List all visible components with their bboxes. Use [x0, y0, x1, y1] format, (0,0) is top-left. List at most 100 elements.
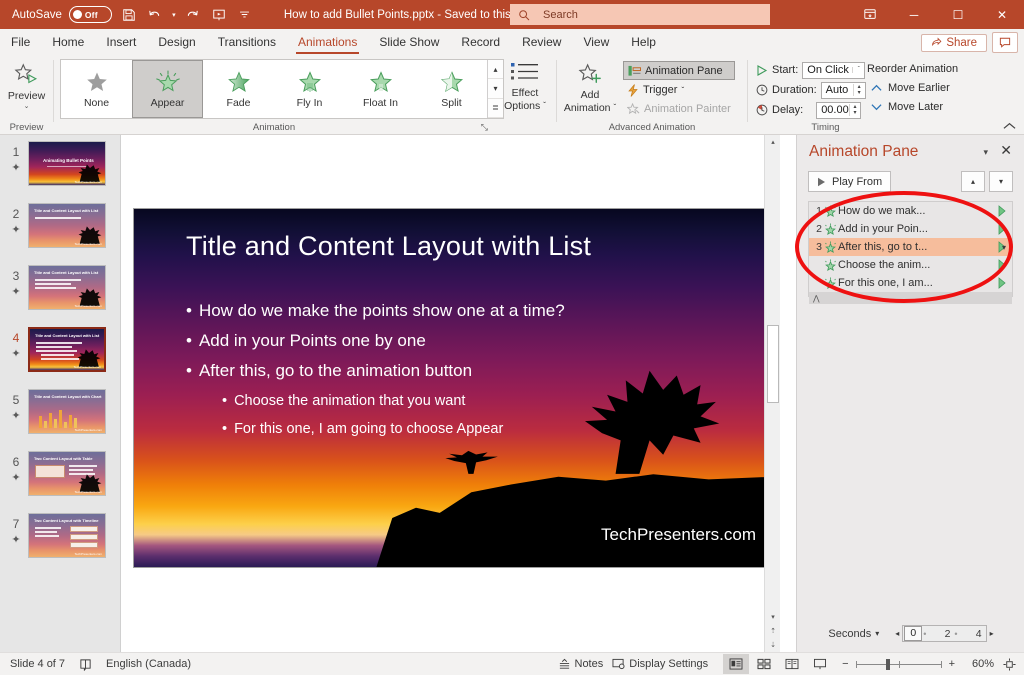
- animation-star-icon[interactable]: ✦: [8, 161, 24, 174]
- scroll-down-button[interactable]: ▾: [765, 610, 781, 624]
- thumbnail-slide-7[interactable]: 7 ✦ Two Content Layout with Timeline Tec…: [0, 513, 120, 569]
- add-animation-button[interactable]: Add Animation ˇ: [557, 59, 623, 114]
- fit-to-window-icon[interactable]: [1003, 657, 1016, 671]
- animation-pane-toggle[interactable]: Animation Pane: [623, 61, 735, 80]
- tab-record[interactable]: Record: [450, 29, 511, 56]
- thumbnail-image[interactable]: Title and Content Layout with List TechP…: [28, 327, 106, 372]
- animation-list-item-selected[interactable]: 3 After this, go to t... ▾: [809, 238, 1012, 256]
- slide-title-textbox[interactable]: Title and Content Layout with List: [186, 231, 591, 262]
- next-slide-button[interactable]: ⇣: [765, 638, 781, 652]
- animation-star-icon[interactable]: ✦: [8, 409, 24, 422]
- scrollbar-thumb[interactable]: [767, 325, 779, 403]
- trigger-caret-icon[interactable]: ˇ: [681, 86, 684, 95]
- effect-timing-bar-icon[interactable]: [998, 223, 1012, 235]
- scroll-up-button[interactable]: ▴: [765, 135, 781, 149]
- move-earlier-button[interactable]: Move Earlier: [863, 78, 950, 97]
- previous-slide-button[interactable]: ⇡: [765, 624, 781, 638]
- slide-editing-surface[interactable]: Title and Content Layout with List • How …: [133, 208, 773, 568]
- normal-view-icon[interactable]: [723, 654, 750, 674]
- delay-spinner[interactable]: ▴ ▾: [848, 104, 860, 116]
- bullet-item[interactable]: • After this, go to the animation button: [186, 362, 726, 379]
- effect-timing-bar-icon[interactable]: [998, 277, 1012, 289]
- animation-fly-in[interactable]: Fly In: [274, 60, 345, 118]
- notes-button[interactable]: Notes: [558, 658, 603, 670]
- close-button[interactable]: ✕: [980, 0, 1024, 29]
- animation-star-icon[interactable]: ✦: [8, 533, 24, 546]
- accessibility-checker-icon[interactable]: [79, 658, 92, 671]
- add-animation-caret-icon[interactable]: ˇ: [614, 103, 617, 112]
- animation-list-item[interactable]: Choose the anim...: [809, 256, 1012, 274]
- zoom-level-label[interactable]: 60%: [964, 658, 994, 670]
- move-later-button[interactable]: Move Later: [863, 97, 943, 116]
- thumbnail-image[interactable]: Title and Content Layout with List TechP…: [28, 203, 106, 248]
- bullet-item[interactable]: • How do we make the points show one at a…: [186, 302, 726, 319]
- tab-view[interactable]: View: [572, 29, 620, 56]
- effect-options-button[interactable]: Effect Options ˇ: [494, 59, 556, 112]
- minimize-button[interactable]: ─: [892, 0, 936, 29]
- slide-thumbnail-panel[interactable]: 1 ✦ Animating Bullet Points TechPresente…: [0, 135, 121, 652]
- start-presentation-icon[interactable]: [206, 2, 232, 28]
- undo-dropdown-icon[interactable]: ▾: [168, 2, 180, 28]
- thumbnail-slide-2[interactable]: 2 ✦ Title and Content Layout with List T…: [0, 203, 120, 259]
- canvas-vertical-scrollbar[interactable]: ▴ ▾ ⇡ ⇣: [764, 135, 780, 652]
- animation-list[interactable]: 1 How do we mak... 2 Add in your Poin...: [808, 201, 1013, 304]
- collapse-ribbon-icon[interactable]: [1003, 122, 1016, 130]
- animation-pane-menu-icon[interactable]: ▾: [983, 147, 988, 158]
- animation-list-item[interactable]: 2 Add in your Poin...: [809, 220, 1012, 238]
- thumbnail-image[interactable]: Two Content Layout with Table TechPresen…: [28, 451, 106, 496]
- animation-star-icon[interactable]: ✦: [8, 471, 24, 484]
- maximize-button[interactable]: ☐: [936, 0, 980, 29]
- tab-slide-show[interactable]: Slide Show: [368, 29, 450, 56]
- animation-split[interactable]: Split: [416, 60, 487, 118]
- autosave-toggle[interactable]: Off: [68, 6, 112, 23]
- customize-quick-access-icon[interactable]: [232, 2, 258, 28]
- animation-list-item[interactable]: 1 How do we mak...: [809, 202, 1012, 220]
- thumbnail-image[interactable]: Title and Content Layout with Chart Tech…: [28, 389, 106, 434]
- animation-none[interactable]: None: [61, 60, 132, 118]
- bullet-item[interactable]: • Choose the animation that you want: [186, 393, 726, 409]
- redo-icon[interactable]: [180, 2, 206, 28]
- ribbon-display-options-icon[interactable]: [848, 0, 892, 29]
- animation-item-dropdown-icon[interactable]: ▾: [1002, 243, 1006, 252]
- tab-animations[interactable]: Animations: [287, 29, 368, 56]
- animation-dialog-launcher[interactable]: ⤡: [481, 121, 488, 134]
- timeline-scroll-right-icon[interactable]: ▸: [990, 629, 994, 638]
- thumbnail-slide-6[interactable]: 6 ✦ Two Content Layout with Table TechPr…: [0, 451, 120, 507]
- tab-file[interactable]: File: [0, 29, 41, 56]
- thumbnail-slide-5[interactable]: 5 ✦ Title and Content Layout with Chart …: [0, 389, 120, 445]
- slide-sorter-icon[interactable]: [751, 654, 777, 674]
- share-button[interactable]: Share: [921, 33, 987, 52]
- animation-star-icon[interactable]: ✦: [8, 223, 24, 236]
- thumbnail-slide-3[interactable]: 3 ✦ Title and Content Layout with List T…: [0, 265, 120, 321]
- zoom-in-button[interactable]: +: [949, 658, 955, 670]
- animation-list-collapse-button[interactable]: ⋀: [809, 292, 1012, 304]
- animation-pane-close-icon[interactable]: ✕: [1000, 142, 1012, 159]
- delay-field[interactable]: 00.00 ▴ ▾: [816, 101, 862, 119]
- tab-home[interactable]: Home: [41, 29, 95, 56]
- animation-list-item[interactable]: For this one, I am...: [809, 274, 1012, 292]
- preview-button[interactable]: Preview ⌄: [0, 59, 53, 110]
- tab-help[interactable]: Help: [620, 29, 667, 56]
- tab-design[interactable]: Design: [147, 29, 206, 56]
- animation-star-icon[interactable]: ✦: [8, 285, 24, 298]
- thumbnail-slide-4[interactable]: 4 ✦ Title and Content Layout with List T…: [0, 327, 120, 383]
- slide-body-textbox[interactable]: • How do we make the points show one at a…: [186, 302, 726, 449]
- start-dropdown[interactable]: On Click ˇ: [802, 61, 866, 79]
- animation-move-down-button[interactable]: ▾: [989, 171, 1013, 192]
- bullet-item[interactable]: • Add in your Points one by one: [186, 332, 726, 349]
- language-indicator[interactable]: English (Canada): [106, 658, 191, 670]
- animation-float-in[interactable]: Float In: [345, 60, 416, 118]
- preview-caret-icon[interactable]: ⌄: [24, 103, 30, 110]
- timeline-scroll-left-icon[interactable]: ◂: [895, 629, 899, 638]
- tab-insert[interactable]: Insert: [95, 29, 147, 56]
- animation-star-icon[interactable]: ✦: [8, 347, 24, 360]
- reading-view-icon[interactable]: [779, 654, 805, 674]
- play-from-button[interactable]: Play From: [808, 171, 892, 192]
- effect-timing-bar-icon[interactable]: [998, 259, 1012, 271]
- zoom-out-button[interactable]: −: [842, 658, 848, 670]
- zoom-slider-track[interactable]: [855, 658, 942, 670]
- slide-show-icon[interactable]: [807, 654, 833, 674]
- effect-timing-bar-icon[interactable]: [998, 205, 1012, 217]
- save-icon[interactable]: [116, 2, 142, 28]
- thumbnail-image[interactable]: Two Content Layout with Timeline TechPre…: [28, 513, 106, 558]
